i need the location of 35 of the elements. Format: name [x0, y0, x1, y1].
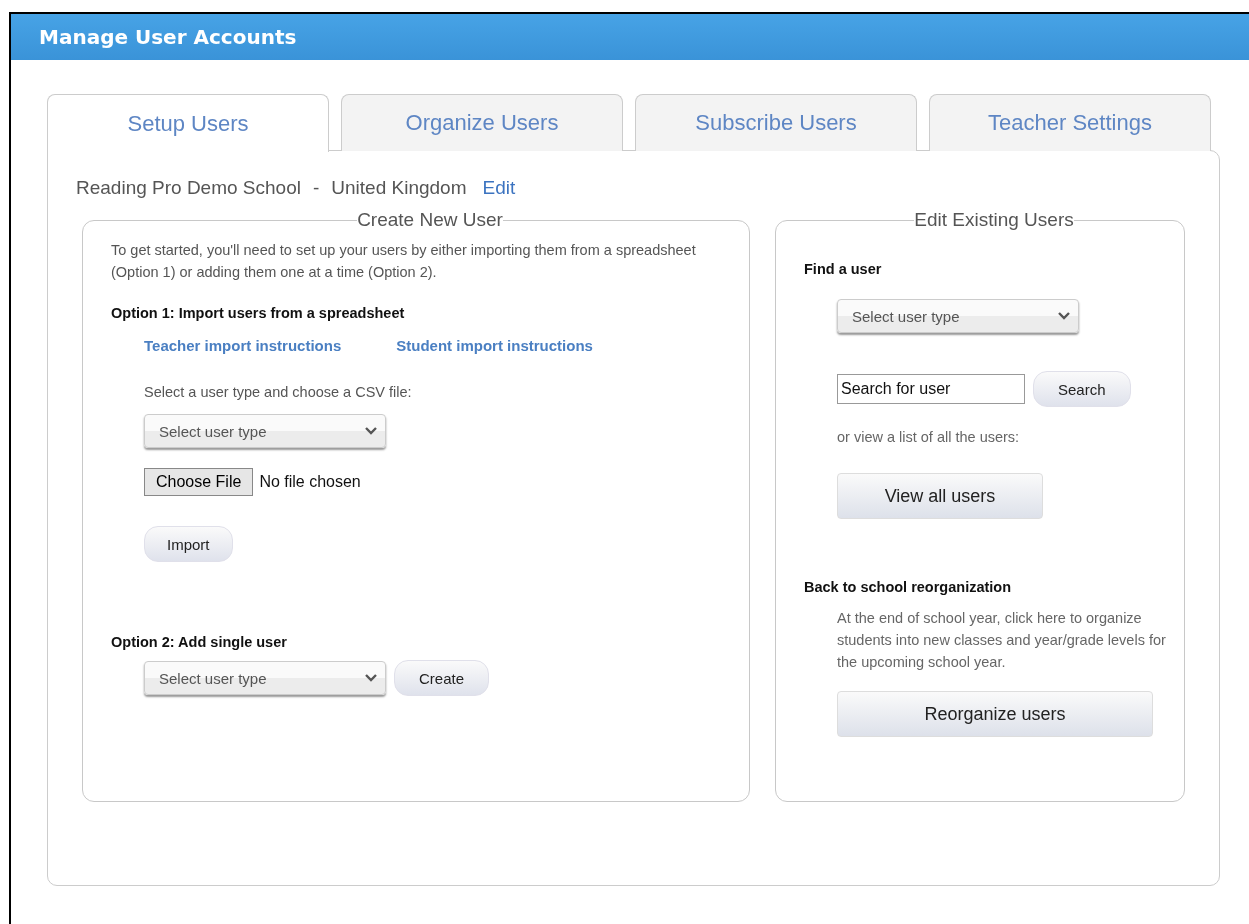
tab[interactable]: Teacher Settings: [929, 94, 1211, 151]
tab[interactable]: Organize Users: [341, 94, 623, 151]
edit-link[interactable]: Edit: [482, 177, 516, 199]
find-heading: Find a user: [804, 261, 883, 277]
view-all-text: or view a list of all the users:: [837, 429, 1021, 445]
user-type-dropdown[interactable]: Select user type: [144, 661, 386, 695]
section-title: Edit Existing Users: [914, 209, 1074, 231]
instructions-link[interactable]: Teacher import instructions: [144, 337, 342, 354]
user-type-dropdown[interactable]: Select user type: [837, 299, 1079, 333]
reorganization-text: At the end of school year, click here to organize students into new classes and year/grade levels for the upcoming school year.: [837, 609, 1167, 672]
instruction-text: Select a user type and choose a CSV file:: [144, 384, 413, 400]
separator: -: [311, 177, 321, 199]
option-heading: Option 2: Add single user: [111, 634, 288, 650]
school-name: Reading Pro Demo School: [76, 177, 301, 199]
reorganize-button[interactable]: Reorganize users: [837, 691, 1153, 737]
user-type-dropdown[interactable]: Select user type: [144, 414, 386, 448]
section-title: Create New User: [357, 209, 503, 231]
reorganization-heading: Back to school reorganization: [804, 579, 1013, 595]
tab[interactable]: Setup Users: [47, 94, 329, 152]
search-button[interactable]: Search: [1033, 371, 1131, 407]
tab[interactable]: Subscribe Users: [635, 94, 917, 151]
search-field[interactable]: Search for user: [837, 374, 1025, 404]
chevron-icon: [365, 427, 377, 435]
intro-text: To get started, you'll need to set up your users by either importing them from a spreadsheet (Option 1) or adding them one at a time (Option 2).: [111, 241, 697, 282]
option-heading: Option 1: Import users from a spreadsheet: [111, 305, 406, 321]
country-name: United Kingdom: [331, 177, 467, 199]
choose-file-button[interactable]: Choose File: [144, 468, 254, 496]
import-button[interactable]: Import: [144, 526, 233, 562]
window-title: Manage User Accounts: [39, 25, 297, 49]
chevron-icon: [365, 674, 377, 682]
instructions-link[interactable]: Student import instructions: [396, 337, 593, 354]
view-all-button[interactable]: View all users: [837, 473, 1043, 519]
file-status: No file chosen: [259, 473, 361, 491]
create-button[interactable]: Create: [394, 660, 490, 696]
chevron-icon: [1058, 312, 1070, 320]
